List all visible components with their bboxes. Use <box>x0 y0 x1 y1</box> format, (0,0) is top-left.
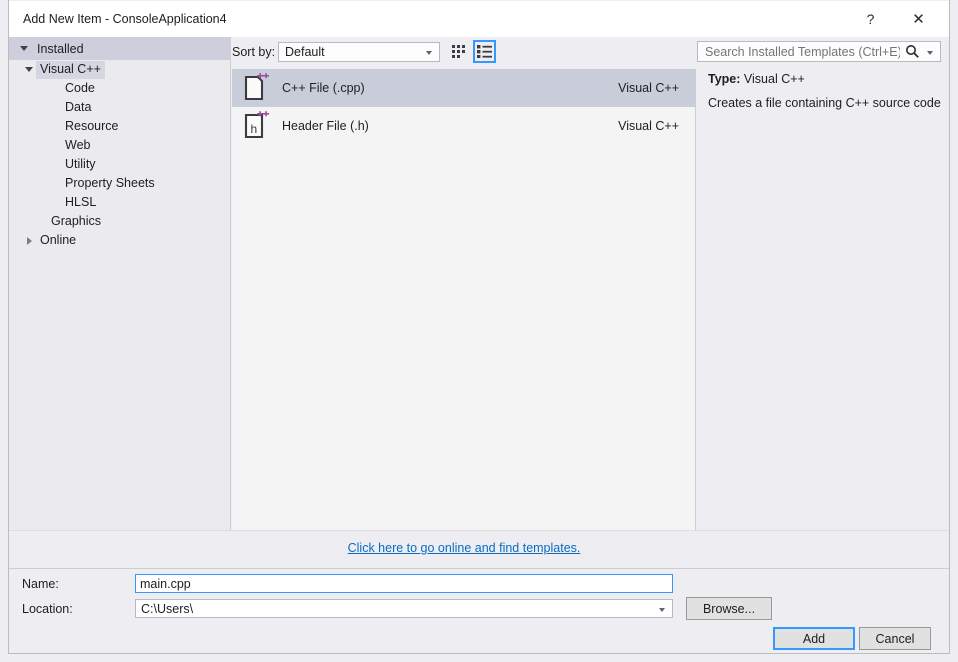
chevron-down-icon <box>20 46 28 51</box>
dialog-title: Add New Item - ConsoleApplication4 <box>23 12 227 26</box>
chevron-down-icon <box>659 608 665 612</box>
tree-item-data[interactable]: Data <box>9 98 231 117</box>
tree-item-hlsl[interactable]: HLSL <box>9 193 231 212</box>
cancel-button[interactable]: Cancel <box>859 627 931 650</box>
tree-item-label: Code <box>65 80 95 95</box>
add-new-item-dialog: Add New Item - ConsoleApplication4 ? ✕ I… <box>0 0 958 662</box>
installed-sidebar: Installed Visual C++ Code Data Resource Web U… <box>9 37 231 530</box>
category-tree: Visual C++ Code Data Resource Web Utility Prop… <box>9 60 231 250</box>
name-label: Name: <box>22 577 59 591</box>
tree-item-online[interactable]: Online <box>9 231 231 250</box>
tree-item-visual-c-[interactable]: Visual C++ <box>9 60 231 79</box>
list-view-button[interactable] <box>473 40 496 63</box>
tree-item-label: Online <box>40 232 77 247</box>
location-label: Location: <box>22 602 73 616</box>
medium-icons-view-button[interactable] <box>448 40 471 63</box>
tree-item-label: Data <box>65 99 92 114</box>
tree-item-label: Resource <box>65 118 119 133</box>
installed-label: Installed <box>37 41 84 56</box>
sort-by-label: Sort by: <box>232 45 276 59</box>
grid-view-icon <box>452 45 465 58</box>
tree-item-utility[interactable]: Utility <box>9 155 231 174</box>
chevron-down-icon <box>22 67 36 72</box>
fields-divider <box>9 568 949 569</box>
sort-by-dropdown[interactable]: Default <box>278 42 440 62</box>
tree-item-label: Property Sheets <box>65 175 155 190</box>
header-file-icon: h <box>240 110 272 142</box>
title-bar: Add New Item - ConsoleApplication4 ? ✕ <box>9 1 949 37</box>
type-value: Visual C++ <box>743 72 805 86</box>
close-icon[interactable]: ✕ <box>896 2 941 36</box>
location-combobox[interactable]: C:\Users\ <box>135 599 673 618</box>
chevron-down-icon[interactable] <box>927 51 933 55</box>
chevron-down-icon <box>426 51 432 55</box>
search-input[interactable] <box>703 44 902 60</box>
online-templates-link[interactable]: Click here to go online and find templat… <box>348 541 581 555</box>
type-label: Type: <box>708 72 741 86</box>
template-name: C++ File (.cpp) <box>282 81 365 95</box>
tree-item-resource[interactable]: Resource <box>9 117 231 136</box>
template-name: Header File (.h) <box>282 119 369 133</box>
search-box[interactable] <box>697 41 941 62</box>
browse-button[interactable]: Browse... <box>686 597 772 620</box>
list-toolbar: Sort by: Default <box>232 37 696 68</box>
svg-text:h: h <box>251 122 258 136</box>
tree-item-label: Graphics <box>51 213 102 228</box>
template-list: C++ File (.cpp) Visual C++ h Header File (.… <box>232 69 696 530</box>
name-input[interactable] <box>135 574 673 593</box>
tree-item-label: Visual C++ <box>36 60 105 79</box>
sort-by-value: Default <box>285 45 325 59</box>
template-description: Creates a file containing C++ source cod… <box>708 96 941 110</box>
tree-item-graphics[interactable]: Graphics <box>9 212 231 231</box>
template-row[interactable]: C++ File (.cpp) Visual C++ <box>232 69 695 107</box>
chevron-right-icon <box>22 236 36 245</box>
search-icon <box>906 45 919 58</box>
list-view-icon <box>477 45 492 58</box>
add-button[interactable]: Add <box>773 627 855 650</box>
template-details-panel: Type: Visual C++ Creates a file containi… <box>697 72 943 111</box>
template-origin: Visual C++ <box>618 81 679 95</box>
tree-item-property-sheets[interactable]: Property Sheets <box>9 174 231 193</box>
tree-item-label: Web <box>65 137 91 152</box>
tree-item-web[interactable]: Web <box>9 136 231 155</box>
location-value: C:\Users\ <box>141 602 194 616</box>
tree-item-code[interactable]: Code <box>9 79 231 98</box>
tree-item-label: HLSL <box>65 194 97 209</box>
online-templates-bar: Click here to go online and find templat… <box>232 530 696 566</box>
template-type-row: Type: Visual C++ <box>708 72 943 86</box>
tree-item-label: Utility <box>65 156 96 171</box>
cpp-file-icon <box>240 72 272 104</box>
help-icon[interactable]: ? <box>848 2 893 36</box>
list-bottom-divider <box>9 530 949 531</box>
installed-header[interactable]: Installed <box>9 37 231 60</box>
template-row[interactable]: h Header File (.h) Visual C++ <box>232 107 695 145</box>
template-origin: Visual C++ <box>618 119 679 133</box>
